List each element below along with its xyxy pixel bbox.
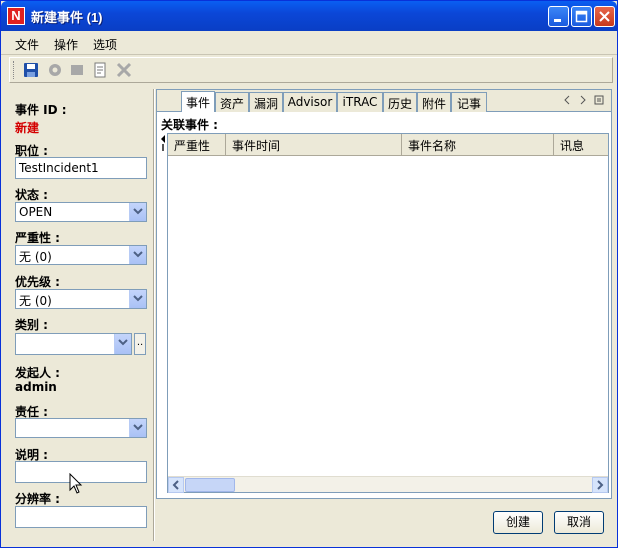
chevron-down-icon — [118, 339, 128, 346]
related-events-table: 严重性 事件时间 事件名称 讯息 — [167, 133, 609, 493]
priority-value: 无 (0) — [19, 294, 52, 308]
menu-action[interactable]: 操作 — [54, 36, 78, 53]
priority-label: 优先级 : — [15, 275, 60, 289]
tab-next-icon[interactable] — [578, 95, 588, 105]
scroll-left-button[interactable] — [168, 477, 184, 493]
minimize-icon — [554, 19, 561, 22]
tab-attachments[interactable]: 附件 — [417, 92, 451, 112]
tab-assets[interactable]: 资产 — [215, 92, 249, 112]
status-label: 状态 : — [15, 188, 48, 202]
category-select[interactable] — [15, 333, 132, 355]
delete-icon[interactable] — [115, 61, 133, 79]
panel-splitter[interactable] — [153, 89, 155, 541]
horizontal-scrollbar[interactable] — [168, 476, 608, 493]
mouse-cursor-icon — [69, 473, 83, 494]
position-input[interactable]: TestIncident1 — [15, 157, 147, 179]
owner-dropdown-button[interactable] — [129, 419, 146, 437]
menu-file[interactable]: 文件 — [15, 36, 39, 53]
title-bar[interactable]: N 新建事件 (1) — [1, 1, 617, 31]
create-button[interactable]: 创建 — [493, 511, 543, 534]
related-events-label: 关联事件 : — [161, 118, 218, 132]
maximize-icon — [575, 10, 588, 23]
priority-select[interactable]: 无 (0) — [15, 289, 147, 309]
menu-options[interactable]: 选项 — [93, 36, 117, 53]
severity-select[interactable]: 无 (0) — [15, 245, 147, 265]
minimize-button[interactable] — [548, 6, 569, 27]
close-button[interactable] — [594, 6, 615, 27]
column-message[interactable]: 讯息 — [554, 134, 608, 155]
scroll-thumb[interactable] — [185, 478, 235, 492]
category-browse-button[interactable]: .. — [134, 333, 146, 355]
chevron-down-icon — [133, 295, 143, 302]
tab-list-icon[interactable] — [594, 95, 604, 105]
chevron-down-icon — [133, 424, 143, 431]
category-label: 类别 : — [15, 318, 48, 332]
tab-bar: 事件 资产 漏洞 Advisor iTRAC 历史 附件 记事 — [157, 90, 611, 112]
stop-icon[interactable] — [68, 61, 86, 79]
tab-incident[interactable]: 事件 — [181, 91, 215, 112]
tab-vulnerabilities[interactable]: 漏洞 — [249, 92, 283, 112]
menu-bar: 文件 操作 选项 — [1, 31, 617, 55]
close-icon — [599, 11, 610, 22]
column-severity[interactable]: 严重性 — [168, 134, 226, 155]
incident-id-label: 事件 ID : — [15, 103, 67, 117]
category-dropdown-button[interactable] — [114, 334, 131, 354]
column-event-time[interactable]: 事件时间 — [226, 134, 402, 155]
severity-dropdown-button[interactable] — [129, 246, 146, 264]
cancel-button[interactable]: 取消 — [554, 511, 604, 534]
report-icon[interactable] — [91, 61, 109, 79]
chevron-down-icon — [133, 208, 143, 215]
tab-panel: 事件 资产 漏洞 Advisor iTRAC 历史 附件 记事 关联事件 : 严… — [156, 89, 612, 499]
table-header: 严重性 事件时间 事件名称 讯息 — [168, 134, 608, 156]
chevron-left-icon — [172, 480, 179, 490]
status-dropdown-button[interactable] — [129, 203, 146, 221]
scroll-right-button[interactable] — [592, 477, 608, 493]
gear-icon[interactable] — [46, 61, 64, 79]
incident-window: N 新建事件 (1) 文件 操作 选项 事件 ID: 新建 职位: Test… — [0, 0, 618, 548]
resolution-input[interactable] — [15, 506, 147, 528]
priority-dropdown-button[interactable] — [129, 290, 146, 308]
severity-value: 无 (0) — [19, 250, 52, 264]
column-event-name[interactable]: 事件名称 — [402, 134, 554, 155]
severity-label: 严重性 : — [15, 231, 60, 245]
incident-id-value: 新建 — [15, 121, 40, 135]
resolution-label: 分辨率 : — [15, 492, 60, 506]
status-value: OPEN — [19, 205, 53, 219]
chevron-right-icon — [597, 480, 604, 490]
tab-prev-icon[interactable] — [562, 95, 572, 105]
maximize-button[interactable] — [571, 6, 592, 27]
tab-history[interactable]: 历史 — [383, 92, 417, 112]
tab-itrac[interactable]: iTRAC — [337, 92, 383, 112]
originator-value: admin — [15, 380, 57, 394]
toolbar-grip[interactable] — [13, 61, 16, 79]
save-icon[interactable] — [22, 61, 40, 79]
app-icon: N — [7, 7, 25, 25]
toolbar — [9, 57, 613, 83]
owner-select[interactable] — [15, 418, 147, 438]
window-title: 新建事件 (1) — [31, 10, 103, 25]
tab-notes[interactable]: 记事 — [451, 92, 487, 112]
originator-label: 发起人 : — [15, 366, 60, 380]
chevron-down-icon — [133, 251, 143, 258]
status-select[interactable]: OPEN — [15, 202, 147, 222]
tab-advisor[interactable]: Advisor — [283, 92, 337, 112]
collapse-handle-icon[interactable] — [161, 135, 165, 151]
